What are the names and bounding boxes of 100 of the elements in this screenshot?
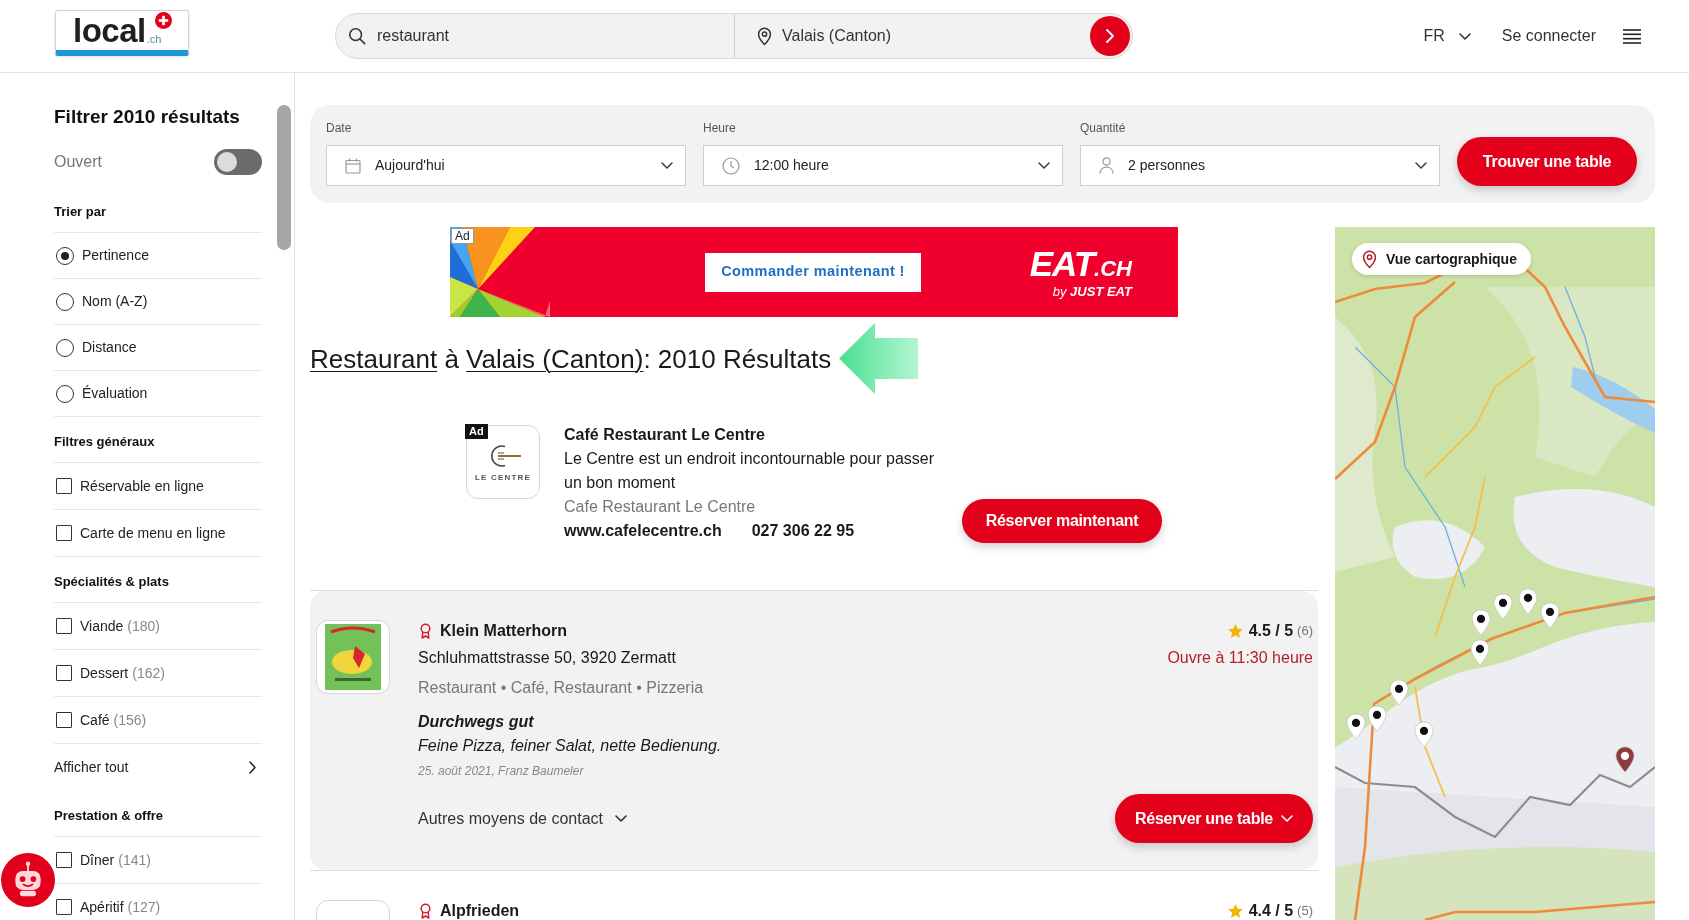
chevron-down-icon — [1280, 815, 1293, 822]
checkbox[interactable] — [56, 712, 72, 728]
map-pin-icon[interactable] — [1493, 593, 1513, 620]
restaurant-name[interactable]: Alpfrieden — [440, 902, 520, 920]
review-title: Durchwegs gut — [418, 712, 535, 732]
option-label[interactable]: Viande — [80, 615, 124, 637]
guests-select[interactable]: 2 personnes — [1080, 145, 1440, 186]
sidebar-title: Filtrer 2010 résultats — [54, 105, 241, 129]
time-select[interactable]: 12:00 heure — [703, 145, 1063, 186]
option-label[interactable]: Réservable en ligne — [80, 475, 204, 497]
brand-tagline: by JUST EAT — [1051, 285, 1132, 298]
address-text: Schluhmattstrasse 50, 3920 Zermatt — [418, 648, 677, 668]
section-title: Prestation & offre — [54, 806, 164, 825]
map-pin-icon[interactable] — [1470, 639, 1490, 666]
option-count: (180) — [127, 616, 161, 636]
logo-text: LE CENTRE — [474, 474, 532, 482]
option-label[interactable]: Carte de menu en ligne — [80, 522, 226, 544]
language-button[interactable]: FR — [1423, 24, 1471, 48]
option-label[interactable]: Distance — [82, 337, 137, 358]
clock-icon — [722, 156, 740, 175]
search-submit-button[interactable] — [1090, 16, 1130, 56]
option-label[interactable]: Dessert — [80, 662, 129, 684]
field-label: Heure — [703, 120, 737, 136]
find-table-button[interactable]: Trouver une table — [1457, 137, 1637, 186]
chevron-down-icon — [1038, 162, 1050, 169]
option-label[interactable]: Évaluation — [82, 383, 148, 404]
rating-count: (6) — [1297, 622, 1313, 640]
search-bar[interactable]: restaurant Valais (Canton) — [335, 13, 1133, 59]
checkbox[interactable] — [56, 618, 72, 634]
cross-icon — [155, 12, 172, 29]
checkbox[interactable] — [56, 852, 72, 868]
map-view-button[interactable]: Vue cartographique — [1352, 243, 1531, 275]
section-title: Spécialités & plats — [54, 572, 169, 591]
ad-label: Ad — [451, 228, 474, 244]
chevron-down-icon — [661, 162, 673, 169]
map-pin-icon[interactable] — [1346, 713, 1366, 740]
rating-count: (5) — [1297, 902, 1313, 920]
map-pin-icon[interactable] — [1414, 721, 1434, 748]
field-label: Quantité — [1080, 120, 1127, 136]
arrow-icon — [839, 323, 919, 394]
search-icon — [348, 27, 366, 45]
calendar-icon — [345, 157, 361, 174]
review-text: Feine Pizza, feiner Salat, nette Bedienung. — [418, 736, 723, 756]
rating-score: 4.5 / 5 — [1248, 622, 1294, 640]
checkbox[interactable] — [56, 478, 72, 494]
award-icon — [420, 903, 431, 919]
show-all-link[interactable]: Afficher tout — [54, 744, 262, 791]
order-button[interactable]: Commander maintenant ! — [705, 252, 921, 292]
section-title: Filtres généraux — [54, 432, 155, 451]
business-name[interactable]: Café Restaurant Le Centre — [564, 423, 944, 447]
toggle-label: Ouvert — [54, 152, 102, 172]
restaurant-logo-drawing — [325, 624, 381, 690]
logo-link[interactable]: local.ch — [55, 10, 189, 56]
scrollbar-thumb[interactable] — [277, 105, 291, 250]
option-label[interactable]: Nom (A-Z) — [82, 291, 148, 312]
section-title: Trier par — [54, 202, 107, 221]
map-pin-icon[interactable] — [1518, 588, 1538, 615]
robot-icon[interactable] — [1, 853, 55, 907]
option-label[interactable]: Café — [80, 709, 110, 731]
option-label[interactable]: Pertinence — [82, 245, 149, 266]
business-description: Le Centre est un endroit incontournable pour passer un bon moment — [564, 449, 935, 493]
map-pin-icon[interactable] — [1389, 679, 1409, 706]
login-link[interactable]: Se connecter — [1501, 24, 1596, 48]
menu-icon[interactable] — [1623, 28, 1641, 44]
star-icon — [1227, 904, 1243, 918]
opening-time: Ouvre à 11:30 heure — [1167, 648, 1313, 668]
chevron-down-icon — [1415, 162, 1427, 169]
reserve-table-button[interactable]: Réserver une table — [1115, 794, 1313, 843]
ad-label: Ad — [465, 424, 488, 439]
map-pin-icon[interactable] — [1615, 746, 1635, 773]
chevron-down-icon — [615, 815, 627, 822]
company-name: Cafe Restaurant Le Centre — [564, 497, 757, 517]
date-select[interactable]: Aujourd'hui — [326, 145, 686, 186]
brand-name: EAT.CH — [1029, 246, 1132, 281]
phone-number[interactable]: 027 306 22 95 — [751, 519, 855, 543]
map-pin-icon[interactable] — [1471, 609, 1491, 636]
reserve-now-button[interactable]: Réserver maintenant — [962, 499, 1162, 543]
location-pin-icon — [757, 26, 772, 46]
query-link[interactable]: Restaurant — [310, 343, 438, 374]
location-field[interactable]: Valais (Canton) — [782, 21, 1080, 51]
star-icon — [1227, 624, 1243, 638]
person-icon — [1099, 157, 1114, 174]
checkbox[interactable] — [56, 899, 72, 915]
option-label[interactable]: Dîner — [80, 849, 115, 871]
location-pin-icon — [1362, 249, 1377, 269]
open-toggle[interactable] — [214, 149, 262, 175]
search-field[interactable]: restaurant — [377, 21, 734, 51]
ad-banner[interactable]: Ad Commander maintenant ! EAT.CH by JUST EAT — [450, 227, 1178, 317]
results-heading: Restaurant à Valais (Canton): 2010 Résultats — [310, 342, 832, 376]
map-pin-icon[interactable] — [1367, 705, 1387, 732]
option-label[interactable]: Apéritif — [80, 896, 124, 918]
map-pin-icon[interactable] — [1540, 602, 1560, 629]
checkbox[interactable] — [56, 665, 72, 681]
review-meta: 25. août 2021, Franz Baumeler — [418, 763, 585, 780]
category-text: Restaurant • Café, Restaurant • Pizzeria — [418, 678, 704, 698]
website-link[interactable]: www.cafelecentre.ch — [564, 519, 722, 543]
restaurant-name[interactable]: Klein Matterhorn — [440, 622, 568, 640]
location-link[interactable]: Valais (Canton) — [466, 343, 644, 374]
contact-toggle[interactable]: Autres moyens de contact — [418, 806, 627, 831]
checkbox[interactable] — [56, 525, 72, 541]
